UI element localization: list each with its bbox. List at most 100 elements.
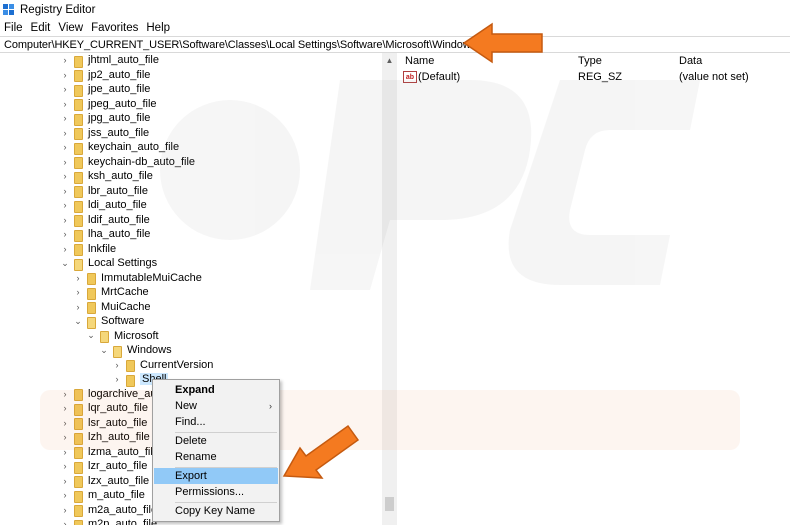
chevron-right-icon[interactable]: ›: [60, 505, 70, 515]
tree-scrollbar[interactable]: ▲: [382, 53, 397, 525]
chevron-right-icon[interactable]: ›: [60, 519, 70, 525]
tree-item[interactable]: › logarchive_auto: [0, 387, 166, 402]
column-data[interactable]: Data: [679, 55, 702, 67]
tree-item[interactable]: ⌄ Microsoft: [0, 329, 159, 344]
menu-delete[interactable]: Delete: [154, 433, 278, 449]
chevron-right-icon[interactable]: ›: [73, 302, 83, 312]
tree-item[interactable]: ⌄ Software: [0, 314, 144, 329]
menu-permissions[interactable]: Permissions...: [154, 484, 278, 500]
address-bar[interactable]: Computer\HKEY_CURRENT_USER\Software\Clas…: [0, 36, 790, 53]
chevron-right-icon[interactable]: ›: [60, 142, 70, 152]
value-name: (Default): [418, 71, 461, 83]
chevron-right-icon[interactable]: ›: [112, 360, 122, 370]
folder-icon: [73, 113, 83, 126]
address-path[interactable]: Computer\HKEY_CURRENT_USER\Software\Clas…: [4, 39, 503, 51]
menu-export[interactable]: Export: [154, 468, 278, 484]
tree-item[interactable]: › ImmutableMuiCache: [0, 271, 202, 286]
chevron-down-icon[interactable]: ⌄: [60, 258, 70, 268]
chevron-down-icon[interactable]: ⌄: [86, 330, 96, 341]
chevron-right-icon[interactable]: ›: [60, 490, 70, 500]
value-type: REG_SZ: [578, 71, 623, 83]
tree-item[interactable]: › lzx_auto_file: [0, 474, 149, 489]
tree-item[interactable]: › ldif_auto_file: [0, 213, 150, 228]
chevron-right-icon[interactable]: ›: [60, 244, 70, 254]
chevron-right-icon[interactable]: ›: [60, 229, 70, 239]
tree-item[interactable]: › jss_auto_file: [0, 126, 149, 141]
folder-icon: [125, 374, 135, 387]
folder-icon: [73, 98, 83, 112]
tree-item[interactable]: ⌄ Local Settings: [0, 256, 157, 271]
chevron-right-icon[interactable]: ›: [60, 171, 70, 181]
tree-item[interactable]: › lnkfile: [0, 242, 116, 257]
folder-icon: [73, 171, 83, 184]
chevron-right-icon[interactable]: ›: [60, 99, 70, 109]
chevron-right-icon[interactable]: ›: [73, 273, 83, 283]
tree-item[interactable]: › m2p_auto_file: [0, 517, 157, 525]
tree-item[interactable]: › MuiCache: [0, 300, 151, 315]
tree-item[interactable]: › lbr_auto_file: [0, 184, 148, 199]
tree-item[interactable]: › m_auto_file: [0, 488, 145, 503]
menu-copy-key-name[interactable]: Copy Key Name: [154, 503, 278, 519]
chevron-right-icon[interactable]: ›: [60, 215, 70, 225]
tree-item[interactable]: › jp2_auto_file: [0, 68, 150, 83]
tree-item-selected[interactable]: ›Shell: [0, 372, 169, 387]
chevron-right-icon[interactable]: ›: [60, 432, 70, 442]
chevron-right-icon[interactable]: ›: [60, 447, 70, 457]
menu-favorites[interactable]: Favorites: [87, 22, 142, 34]
values-list[interactable]: Name Type Data ab (Default) REG_SZ (valu…: [398, 53, 790, 525]
scrollbar-thumb[interactable]: [385, 497, 394, 511]
tree-item[interactable]: › lsr_auto_file: [0, 416, 147, 431]
chevron-right-icon[interactable]: ›: [60, 200, 70, 210]
tree-item[interactable]: › jhtml_auto_file: [0, 53, 159, 68]
tree-item[interactable]: › lzh_auto_file: [0, 430, 150, 445]
menu-view[interactable]: View: [54, 22, 87, 34]
context-menu: Expand New › Find... Delete Rename Export…: [152, 379, 280, 522]
menu-rename[interactable]: Rename: [154, 449, 278, 465]
menu-find[interactable]: Find...: [154, 414, 278, 430]
tree-item[interactable]: › MrtCache: [0, 285, 149, 300]
tree-item[interactable]: › lzr_auto_file: [0, 459, 147, 474]
column-type[interactable]: Type: [578, 55, 602, 67]
chevron-right-icon[interactable]: ›: [60, 403, 70, 413]
folder-icon: [73, 417, 83, 431]
chevron-right-icon[interactable]: ›: [60, 186, 70, 196]
menu-new[interactable]: New ›: [154, 398, 278, 414]
menu-file[interactable]: File: [0, 22, 27, 34]
chevron-right-icon[interactable]: ›: [60, 128, 70, 138]
tree-item[interactable]: › jpg_auto_file: [0, 111, 150, 126]
chevron-down-icon[interactable]: ⌄: [99, 345, 109, 355]
menu-edit[interactable]: Edit: [27, 22, 55, 34]
chevron-right-icon[interactable]: ›: [60, 461, 70, 471]
chevron-right-icon[interactable]: ›: [60, 476, 70, 486]
tree-item[interactable]: › lha_auto_file: [0, 227, 150, 242]
tree-item[interactable]: › lqr_auto_file: [0, 401, 148, 416]
scroll-up-icon[interactable]: ▲: [382, 53, 397, 68]
tree-item[interactable]: › m2a_auto_file: [0, 503, 157, 518]
tree-item[interactable]: › keychain-db_auto_file: [0, 155, 195, 170]
tree-item[interactable]: › ksh_auto_file: [0, 169, 153, 184]
folder-icon: [86, 272, 96, 286]
chevron-right-icon[interactable]: ›: [112, 374, 122, 384]
chevron-right-icon[interactable]: ›: [60, 55, 70, 65]
tree-item[interactable]: › keychain_auto_file: [0, 140, 179, 155]
chevron-right-icon[interactable]: ›: [60, 70, 70, 80]
chevron-down-icon[interactable]: ⌄: [73, 316, 83, 326]
menu-help[interactable]: Help: [142, 22, 174, 34]
folder-icon: [73, 127, 83, 141]
chevron-right-icon[interactable]: ›: [60, 157, 70, 167]
chevron-right-icon[interactable]: ›: [73, 287, 83, 297]
tree-item[interactable]: › jpeg_auto_file: [0, 97, 157, 112]
tree-item[interactable]: › lzma_auto_file: [0, 445, 159, 460]
tree-item[interactable]: › ldi_auto_file: [0, 198, 147, 213]
tree-item[interactable]: › CurrentVersion: [0, 358, 213, 373]
column-name[interactable]: Name: [405, 55, 434, 67]
chevron-right-icon[interactable]: ›: [60, 389, 70, 399]
list-item[interactable]: ab (Default) REG_SZ (value not set): [398, 69, 790, 85]
chevron-right-icon[interactable]: ›: [60, 113, 70, 123]
tree-item[interactable]: ⌄ Windows: [0, 343, 172, 358]
chevron-right-icon[interactable]: ›: [60, 418, 70, 428]
tree-item[interactable]: › jpe_auto_file: [0, 82, 150, 97]
folder-icon: [73, 243, 83, 257]
menu-expand[interactable]: Expand: [154, 382, 278, 398]
chevron-right-icon[interactable]: ›: [60, 84, 70, 94]
